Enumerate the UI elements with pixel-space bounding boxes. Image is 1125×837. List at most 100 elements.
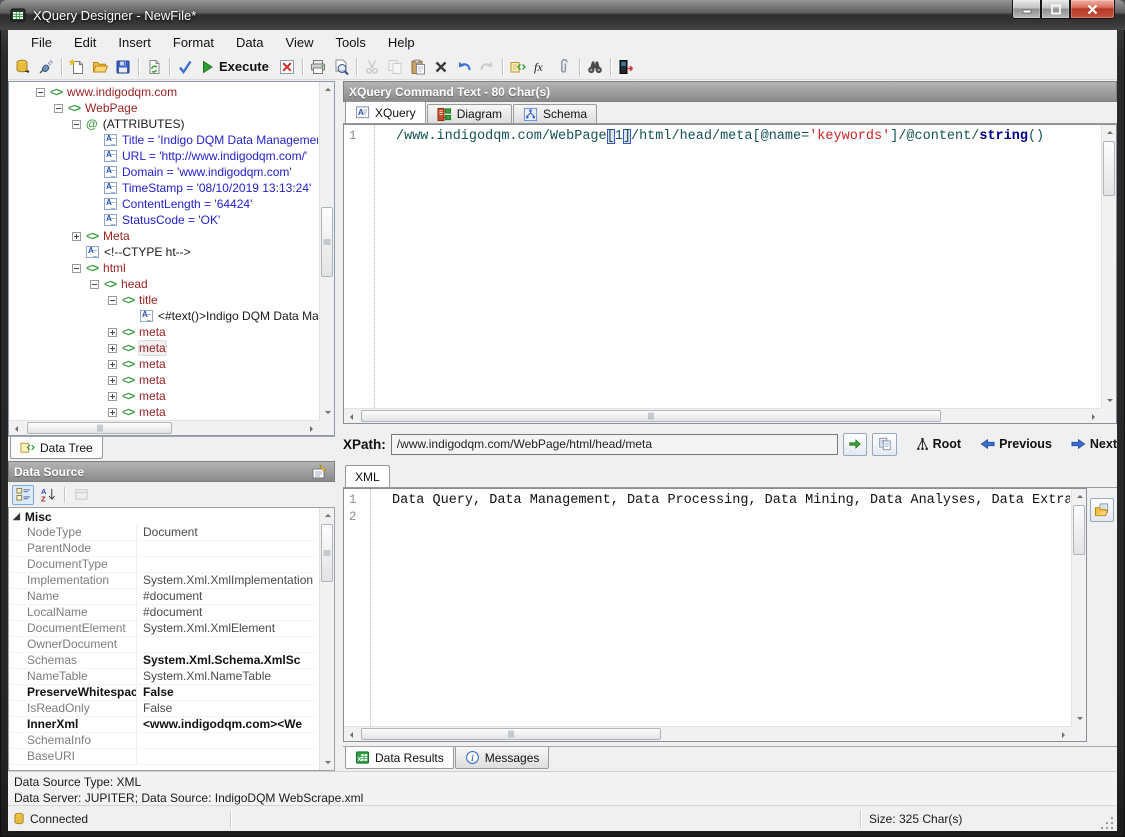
tree-expander[interactable] — [108, 344, 117, 353]
alphabetical-sort-button[interactable]: AZ — [37, 485, 59, 505]
tree-node[interactable]: <>WebPage — [10, 100, 318, 116]
property-value[interactable] — [137, 637, 318, 652]
scroll-right-arrow[interactable] — [1056, 727, 1071, 742]
property-pages-button[interactable] — [70, 485, 92, 505]
tree-node[interactable]: <>html — [10, 260, 318, 276]
property-value[interactable]: #document — [137, 605, 318, 620]
tree-node[interactable]: URL = 'http://www.indigodqm.com/' — [10, 148, 318, 164]
property-value[interactable] — [137, 541, 318, 556]
menu-item-tools[interactable]: Tools — [324, 32, 376, 53]
property-row[interactable]: BaseURI — [9, 749, 318, 765]
open-result-file-button[interactable] — [1090, 498, 1114, 522]
xpath-root-button[interactable]: Root — [916, 437, 961, 451]
tree-node[interactable]: <>Meta — [10, 228, 318, 244]
property-row[interactable]: PreserveWhitespaceFalse — [9, 685, 318, 701]
maximize-button[interactable] — [1041, 0, 1070, 19]
scroll-down-arrow[interactable] — [1072, 711, 1087, 726]
scroll-down-arrow[interactable] — [1102, 393, 1117, 408]
tree-node[interactable]: <>meta — [10, 356, 318, 372]
properties-scrollbar[interactable] — [319, 508, 334, 770]
xquery-code-editor[interactable]: 1 /www.indigodqm.com/WebPage[1]/html/hea… — [343, 124, 1117, 424]
property-value[interactable] — [137, 557, 318, 572]
tree-node[interactable]: <>meta — [10, 388, 318, 404]
property-row[interactable]: OwnerDocument — [9, 637, 318, 653]
scrollbar-thumb[interactable] — [321, 524, 333, 582]
code-horizontal-scrollbar[interactable] — [344, 408, 1101, 423]
property-row[interactable]: LocalName#document — [9, 605, 318, 621]
tab-data-results[interactable]: xData Results — [345, 747, 454, 769]
stop-button[interactable] — [276, 56, 298, 78]
xpath-copy-button[interactable] — [872, 433, 896, 456]
property-value[interactable] — [137, 749, 318, 764]
property-row[interactable]: ParentNode — [9, 541, 318, 557]
property-value[interactable]: System.Xml.Schema.XmlSc — [137, 653, 318, 668]
redo-button[interactable] — [476, 56, 498, 78]
undo-button[interactable] — [453, 56, 475, 78]
tree-horizontal-scrollbar[interactable] — [9, 420, 319, 435]
property-value[interactable]: False — [137, 685, 318, 700]
save-file-button[interactable] — [112, 56, 134, 78]
pin-form-icon[interactable] — [312, 464, 329, 479]
property-value[interactable]: Document — [137, 525, 318, 540]
code-vertical-scrollbar[interactable] — [1101, 125, 1116, 408]
tree-node[interactable]: <#text()>Indigo DQM Data Man — [10, 308, 318, 324]
tab-xquery[interactable]: AXQuery — [345, 101, 426, 123]
tree-node[interactable]: <>meta — [10, 340, 318, 356]
property-value[interactable]: #document — [137, 589, 318, 604]
tree-node[interactable]: <!--CTYPE ht--> — [10, 244, 318, 260]
tree-expander[interactable] — [54, 104, 63, 113]
scroll-up-arrow[interactable] — [1102, 125, 1117, 140]
attach-button[interactable] — [553, 56, 575, 78]
property-value[interactable]: System.Xml.NameTable — [137, 669, 318, 684]
delete-button[interactable] — [430, 56, 452, 78]
tree-node[interactable]: @(ATTRIBUTES) — [10, 116, 318, 132]
function-button[interactable]: fx — [530, 56, 552, 78]
find-button[interactable] — [584, 56, 606, 78]
tree-node[interactable]: Domain = 'www.indigodqm.com' — [10, 164, 318, 180]
tree-expander[interactable] — [108, 376, 117, 385]
property-row[interactable]: Name#document — [9, 589, 318, 605]
menu-item-file[interactable]: File — [20, 32, 63, 53]
results-horizontal-scrollbar[interactable] — [344, 726, 1071, 741]
scroll-left-arrow[interactable] — [9, 421, 24, 436]
tree-node[interactable]: <>www.indigodqm.com — [10, 84, 318, 100]
tree-expander[interactable] — [108, 408, 117, 417]
scrollbar-thumb[interactable] — [361, 728, 661, 740]
scrollbar-thumb[interactable] — [321, 207, 333, 277]
xpath-previous-button[interactable]: Previous — [980, 437, 1052, 451]
menu-item-help[interactable]: Help — [377, 32, 426, 53]
scrollbar-thumb[interactable] — [27, 422, 172, 434]
validate-button[interactable] — [174, 56, 196, 78]
copy-button[interactable] — [384, 56, 406, 78]
tab-xml[interactable]: XML — [345, 465, 390, 487]
tree-node[interactable]: ContentLength = '64424' — [10, 196, 318, 212]
property-row[interactable]: NameTableSystem.Xml.NameTable — [9, 669, 318, 685]
data-source-button[interactable] — [12, 56, 34, 78]
scroll-up-arrow[interactable] — [320, 508, 335, 523]
refresh-button[interactable] — [143, 56, 165, 78]
tab-data-tree[interactable]: Data Tree — [10, 437, 103, 459]
resize-grip[interactable] — [1101, 817, 1115, 831]
tree-expander[interactable] — [72, 232, 81, 241]
scroll-right-arrow[interactable] — [304, 421, 319, 436]
menu-item-data[interactable]: Data — [225, 32, 274, 53]
scrollbar-thumb[interactable] — [1103, 141, 1115, 196]
property-row[interactable]: InnerXml<www.indigodqm.com><We — [9, 717, 318, 733]
property-value[interactable]: <www.indigodqm.com><We — [137, 717, 318, 732]
results-editor[interactable]: 12 Data Query, Data Management, Data Pro… — [343, 488, 1087, 742]
tree-expander[interactable] — [36, 88, 45, 97]
tree-vertical-scrollbar[interactable] — [319, 82, 334, 420]
tree-expander[interactable] — [108, 328, 117, 337]
scrollbar-thumb[interactable] — [1073, 505, 1085, 555]
minimize-button[interactable] — [1012, 0, 1041, 19]
new-file-button[interactable] — [66, 56, 88, 78]
tree-expander[interactable] — [108, 296, 117, 305]
tree-expander[interactable] — [72, 120, 81, 129]
close-button[interactable] — [1070, 0, 1115, 19]
property-row[interactable]: DocumentType — [9, 557, 318, 573]
tree-node[interactable]: <>meta — [10, 324, 318, 340]
xml-tree-button[interactable] — [507, 56, 529, 78]
property-value[interactable]: System.Xml.XmlImplementation — [137, 573, 318, 588]
property-row[interactable]: IsReadOnlyFalse — [9, 701, 318, 717]
tree-expander[interactable] — [90, 280, 99, 289]
